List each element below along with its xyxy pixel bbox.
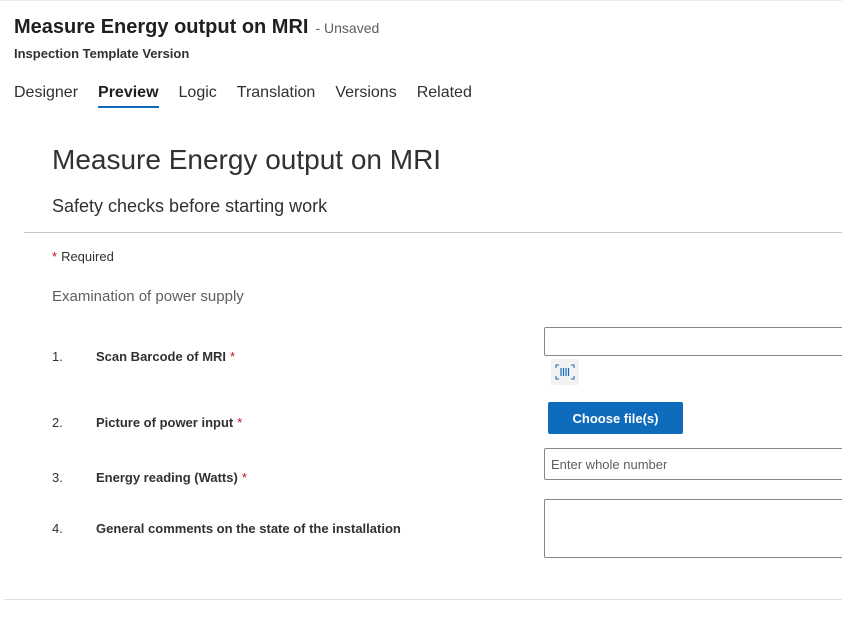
form-title: Measure Energy output on MRI — [52, 144, 442, 175]
required-asterisk: * — [52, 249, 58, 264]
barcode-scan-icon — [555, 364, 575, 380]
tab-logic[interactable]: Logic — [179, 84, 217, 108]
question-3-text: Energy reading (Watts) — [96, 470, 238, 485]
title-row: Measure Energy output on MRI - Unsaved — [14, 16, 379, 39]
form-description: Safety checks before starting work — [52, 196, 328, 216]
bottom-divider — [4, 599, 842, 600]
question-2-text: Picture of power input — [96, 415, 234, 430]
question-3-label: Energy reading (Watts) * — [96, 470, 247, 485]
question-1-required: * — [230, 349, 236, 364]
question-3-number: 3. — [52, 470, 63, 485]
header: Measure Energy output on MRI - Unsaved — [14, 16, 379, 39]
section-title: Examination of power supply — [52, 288, 244, 305]
question-2-number: 2. — [52, 415, 63, 430]
question-3-required: * — [241, 470, 247, 485]
tab-preview[interactable]: Preview — [98, 84, 160, 108]
page: Measure Energy output on MRI - Unsaved I… — [0, 0, 842, 630]
top-border — [0, 0, 842, 1]
barcode-input[interactable] — [544, 327, 842, 356]
question-2-required: * — [237, 415, 243, 430]
choose-files-button[interactable]: Choose file(s) — [548, 402, 683, 434]
question-1-label: Scan Barcode of MRI * — [96, 349, 235, 364]
question-4-number: 4. — [52, 521, 63, 536]
question-1-text: Scan Barcode of MRI — [96, 349, 227, 364]
question-4-label: General comments on the state of the ins… — [96, 521, 401, 536]
tab-versions[interactable]: Versions — [335, 84, 396, 108]
form-divider — [24, 232, 842, 233]
tab-bar: Designer Preview Logic Translation Versi… — [14, 84, 492, 108]
general-comments-textarea[interactable] — [544, 499, 842, 558]
record-title: Measure Energy output on MRI — [14, 16, 309, 38]
save-status: - Unsaved — [315, 20, 380, 36]
required-note-text: Required — [61, 249, 114, 264]
question-1-number: 1. — [52, 349, 63, 364]
question-2-label: Picture of power input * — [96, 415, 242, 430]
tab-related[interactable]: Related — [417, 84, 472, 108]
barcode-scan-button[interactable] — [551, 359, 579, 385]
energy-reading-input[interactable] — [544, 448, 842, 480]
tab-translation[interactable]: Translation — [237, 84, 316, 108]
entity-type: Inspection Template Version — [14, 46, 190, 61]
required-note: * Required — [52, 249, 114, 264]
tab-designer[interactable]: Designer — [14, 84, 78, 108]
